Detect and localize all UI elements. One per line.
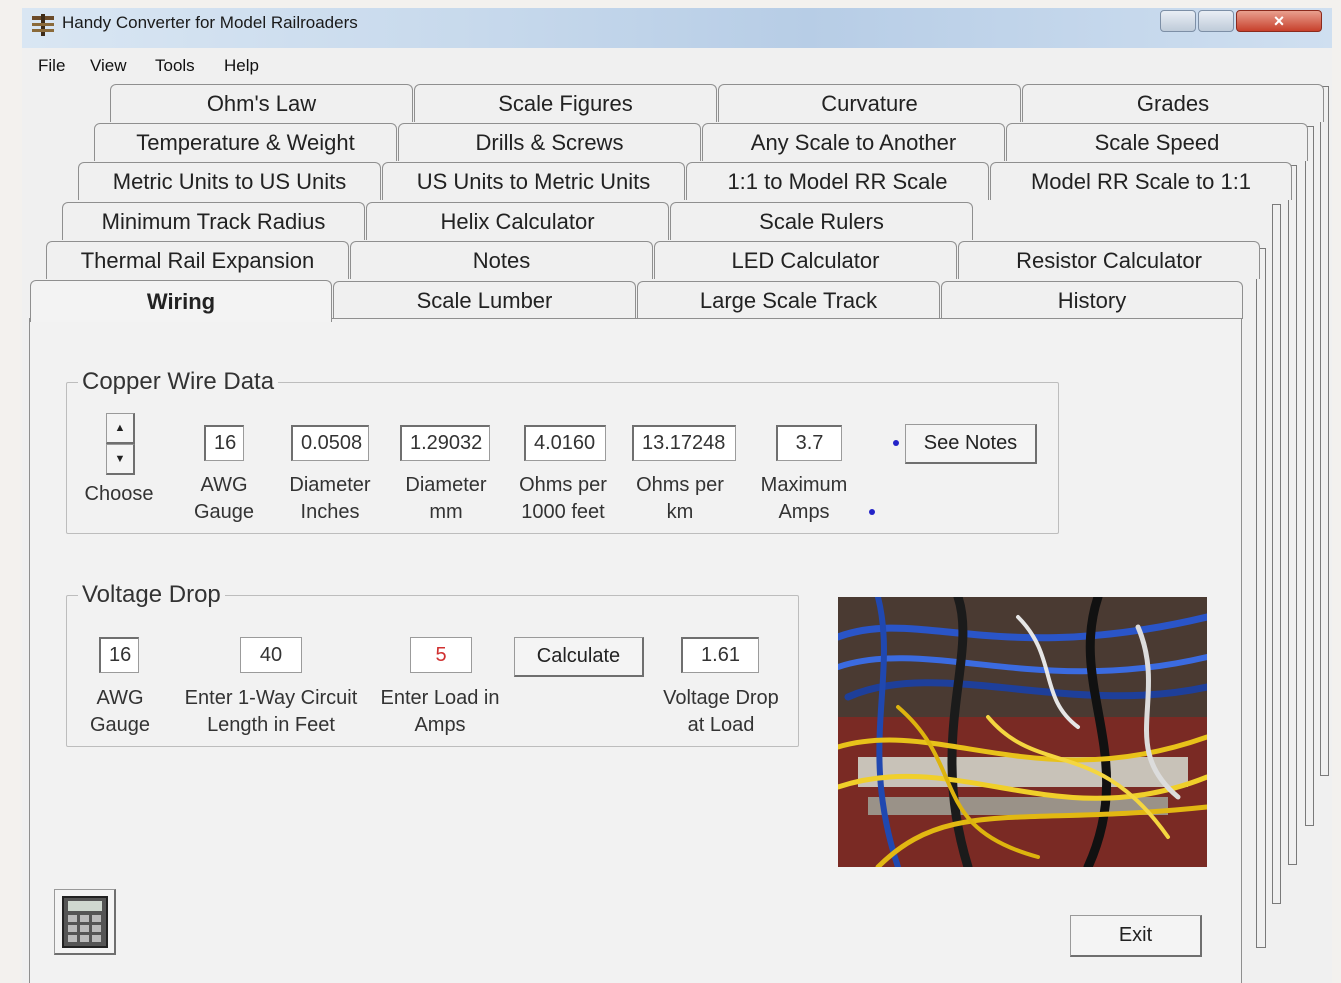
- awg-spinner[interactable]: ▲ ▼: [106, 413, 135, 475]
- tab-min-track-radius[interactable]: Minimum Track Radius: [62, 202, 365, 240]
- close-button[interactable]: ×: [1236, 10, 1322, 32]
- maximize-button[interactable]: [1198, 10, 1234, 32]
- tab-model-to-full[interactable]: Model RR Scale to 1:1: [990, 162, 1292, 200]
- choose-label: Choose: [84, 483, 154, 505]
- close-icon: ×: [1273, 11, 1285, 31]
- window-title: Handy Converter for Model Railroaders: [62, 13, 358, 32]
- tab-stack-edge: [1305, 126, 1314, 826]
- diameter-inches-label-2: Inches: [300, 501, 360, 523]
- tab-large-scale-track[interactable]: Large Scale Track: [637, 281, 940, 319]
- circuit-length-input[interactable]: 40: [240, 637, 302, 673]
- menu-view[interactable]: View: [90, 56, 127, 76]
- vdrop-awg-field[interactable]: 16: [99, 637, 139, 673]
- tab-grades[interactable]: Grades: [1022, 84, 1324, 122]
- tab-metric-to-us[interactable]: Metric Units to US Units: [78, 162, 381, 200]
- tab-thermal-rail[interactable]: Thermal Rail Expansion: [46, 241, 349, 279]
- menu-help[interactable]: Help: [224, 56, 259, 76]
- diameter-mm-field[interactable]: 1.29032: [400, 425, 490, 461]
- tab-scale-speed[interactable]: Scale Speed: [1006, 123, 1308, 161]
- awg-label-1: AWG: [200, 474, 248, 496]
- voltage-drop-result-field[interactable]: 1.61: [681, 637, 759, 673]
- tab-stack-edge: [1256, 248, 1266, 948]
- ohms-km-label-1: Ohms per: [636, 474, 724, 496]
- awg-gauge-field[interactable]: 16: [204, 425, 244, 461]
- ohms-per-1000ft-field[interactable]: 4.0160: [524, 425, 606, 461]
- diameter-inches-field[interactable]: 0.0508: [291, 425, 369, 461]
- tab-helix-calculator[interactable]: Helix Calculator: [366, 202, 669, 240]
- amps-label-1: Maximum: [760, 474, 848, 496]
- tab-stack-edge: [1320, 86, 1329, 776]
- tab-scale-lumber[interactable]: Scale Lumber: [333, 281, 636, 319]
- tab-us-to-metric[interactable]: US Units to Metric Units: [382, 162, 685, 200]
- maximum-amps-field[interactable]: 3.7: [776, 425, 842, 461]
- spin-down-icon[interactable]: ▼: [106, 444, 135, 475]
- tab-history[interactable]: History: [941, 281, 1243, 319]
- voltage-drop-title: Voltage Drop: [78, 581, 225, 609]
- tab-led-calculator[interactable]: LED Calculator: [654, 241, 957, 279]
- ohms-ft-label-1: Ohms per: [519, 474, 607, 496]
- tab-drills-screws[interactable]: Drills & Screws: [398, 123, 701, 161]
- calculator-icon: [61, 895, 108, 948]
- exit-button[interactable]: Exit: [1070, 915, 1202, 957]
- see-notes-button[interactable]: See Notes: [905, 424, 1037, 464]
- menu-file[interactable]: File: [38, 56, 65, 76]
- tab-scale-rulers[interactable]: Scale Rulers: [670, 202, 973, 240]
- ohms-per-km-field[interactable]: 13.17248: [632, 425, 736, 461]
- tab-ohms-law[interactable]: Ohm's Law: [110, 84, 413, 122]
- tab-resistor-calculator[interactable]: Resistor Calculator: [958, 241, 1260, 279]
- diameter-mm-label-1: Diameter: [405, 474, 487, 496]
- amps-label-2: Amps: [778, 501, 830, 523]
- awg-label-2: Gauge: [193, 501, 255, 523]
- load-label-2: Amps: [414, 714, 466, 736]
- diameter-mm-label-2: mm: [429, 501, 463, 523]
- minimize-button[interactable]: [1160, 10, 1196, 32]
- length-label-1: Enter 1-Way Circuit: [184, 687, 358, 709]
- tab-curvature[interactable]: Curvature: [718, 84, 1021, 122]
- menu-tools[interactable]: Tools: [155, 56, 195, 76]
- tab-scale-figures[interactable]: Scale Figures: [414, 84, 717, 122]
- vdrop-awg-label-2: Gauge: [89, 714, 151, 736]
- diameter-inches-label-1: Diameter: [289, 474, 371, 496]
- tab-any-scale[interactable]: Any Scale to Another: [702, 123, 1005, 161]
- calculator-button[interactable]: [54, 889, 116, 955]
- tab-temperature-weight[interactable]: Temperature & Weight: [94, 123, 397, 161]
- vdrop-awg-label-1: AWG: [96, 687, 144, 709]
- tab-notes[interactable]: Notes: [350, 241, 653, 279]
- result-label-2: at Load: [687, 714, 755, 736]
- calculate-button[interactable]: Calculate: [514, 637, 644, 677]
- tab-wiring[interactable]: Wiring: [30, 280, 332, 322]
- app-icon: [30, 14, 56, 36]
- note-marker-dot: [869, 509, 875, 515]
- copper-wire-title: Copper Wire Data: [78, 368, 279, 396]
- tab-stack-edge: [1272, 204, 1281, 904]
- wiring-photo: [838, 597, 1207, 867]
- note-marker-dot: [893, 440, 899, 446]
- ohms-km-label-2: km: [666, 501, 694, 523]
- length-label-2: Length in Feet: [207, 714, 335, 736]
- ohms-ft-label-2: 1000 feet: [521, 501, 605, 523]
- result-label-1: Voltage Drop: [663, 687, 779, 709]
- tab-stack-edge: [1288, 165, 1297, 865]
- tab-full-to-model[interactable]: 1:1 to Model RR Scale: [686, 162, 989, 200]
- load-label-1: Enter Load in: [380, 687, 500, 709]
- spin-up-icon[interactable]: ▲: [106, 413, 135, 444]
- menu-bar: [22, 48, 1332, 82]
- load-amps-input[interactable]: 5: [410, 637, 472, 673]
